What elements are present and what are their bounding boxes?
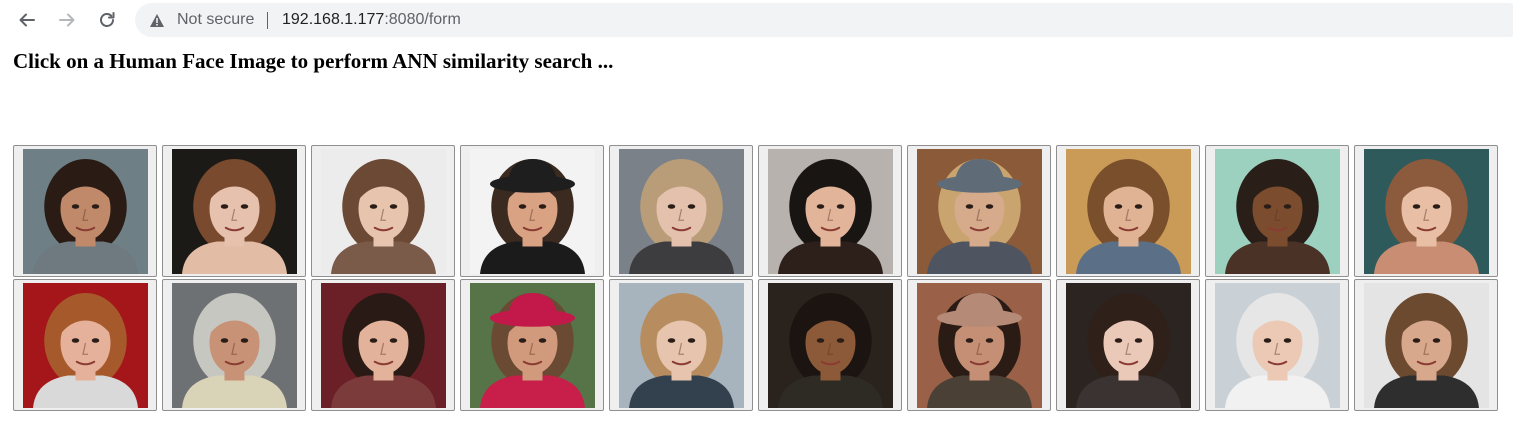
face-image-button[interactable] — [758, 145, 902, 277]
face-image-button[interactable] — [162, 279, 306, 411]
face-photo — [320, 282, 446, 408]
face-image-button[interactable] — [609, 145, 753, 277]
face-image-button[interactable] — [907, 145, 1051, 277]
face-photo — [469, 282, 595, 408]
face-photo — [1214, 148, 1340, 274]
face-image-button[interactable] — [907, 279, 1051, 411]
face-image-button[interactable] — [758, 279, 902, 411]
face-photo — [1065, 282, 1191, 408]
url-host: 192.168.1.177 — [282, 11, 385, 28]
face-photo — [618, 282, 744, 408]
face-image-button[interactable] — [13, 145, 157, 277]
face-image-button[interactable] — [609, 279, 753, 411]
forward-arrow-icon — [59, 13, 75, 27]
face-image-button[interactable] — [311, 279, 455, 411]
page-heading: Click on a Human Face Image to perform A… — [13, 49, 614, 73]
face-photo — [1214, 282, 1340, 408]
face-image-button[interactable] — [1056, 145, 1200, 277]
face-image-button[interactable] — [162, 145, 306, 277]
face-image-button[interactable] — [1354, 279, 1498, 411]
face-image-button[interactable] — [1205, 279, 1349, 411]
warning-triangle-icon — [150, 14, 164, 27]
back-arrow-icon — [19, 13, 35, 27]
face-image-button[interactable] — [13, 279, 157, 411]
url-path: :8080/form — [384, 11, 461, 28]
security-status-label[interactable]: Not secure — [177, 11, 254, 29]
face-photo — [171, 148, 297, 274]
face-image-button[interactable] — [1056, 279, 1200, 411]
face-photo — [22, 282, 148, 408]
face-photo — [320, 148, 446, 274]
reload-button[interactable] — [93, 6, 121, 34]
url-text[interactable]: 192.168.1.177:8080/form — [282, 11, 461, 29]
browser-toolbar: Not secure 192.168.1.177:8080/form — [0, 0, 1513, 40]
face-image-button[interactable] — [460, 145, 604, 277]
face-photo — [1363, 282, 1489, 408]
face-photo — [618, 148, 744, 274]
face-photo — [22, 148, 148, 274]
forward-button[interactable] — [53, 6, 81, 34]
reload-icon — [100, 12, 115, 27]
face-photo — [1065, 148, 1191, 274]
face-photo — [767, 282, 893, 408]
face-photo — [916, 148, 1042, 274]
face-image-grid — [13, 145, 1498, 411]
address-bar[interactable]: Not secure 192.168.1.177:8080/form — [135, 3, 1513, 37]
back-button[interactable] — [13, 6, 41, 34]
face-photo — [767, 148, 893, 274]
face-photo — [469, 148, 595, 274]
face-image-button[interactable] — [1354, 145, 1498, 277]
face-image-button[interactable] — [1205, 145, 1349, 277]
face-photo — [171, 282, 297, 408]
face-image-button[interactable] — [460, 279, 604, 411]
face-photo — [1363, 148, 1489, 274]
address-separator — [267, 12, 268, 29]
face-image-button[interactable] — [311, 145, 455, 277]
face-photo — [916, 282, 1042, 408]
